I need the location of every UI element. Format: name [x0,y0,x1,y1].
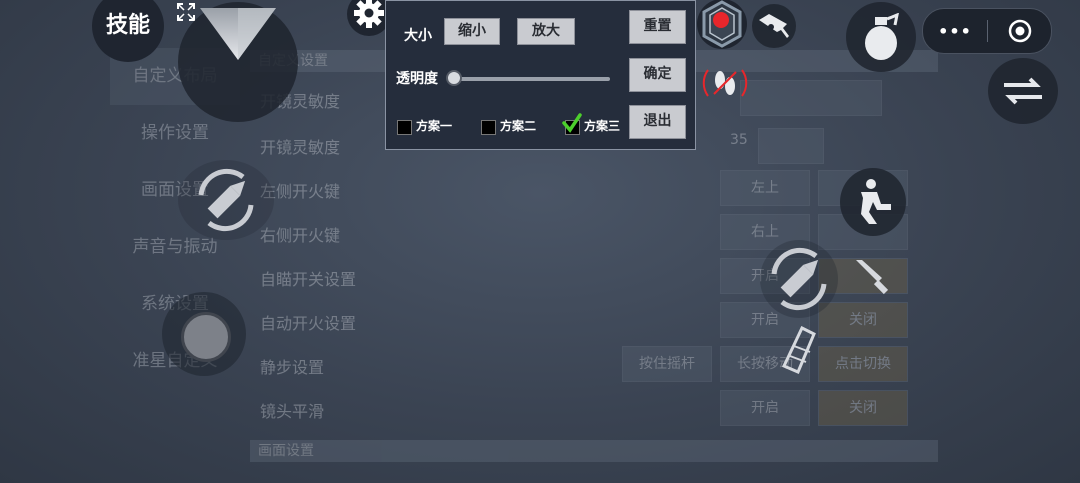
knife-icon[interactable] [852,256,892,296]
reload-magazine-icon[interactable] [776,325,820,378]
layout-adjust-panel: 大小 缩小 放大 重置 透明度 确定 方案一 方案二 方案三 退出 [385,0,696,150]
section-header-graphics: 画面设置 [250,440,938,462]
grenade-button[interactable] [846,2,916,72]
left-fire-option-1[interactable]: 左上 [720,170,810,206]
crouch-figure-icon [861,179,891,224]
right-fire-button[interactable] [760,240,838,318]
more-menu-button[interactable]: ••• [923,22,987,41]
size-label: 大小 [404,28,432,44]
bullet-fire-icon [771,247,827,311]
swap-arrows-icon [1004,77,1042,105]
sensitivity-value: 35 [730,132,748,148]
confirm-button[interactable]: 确定 [629,58,686,92]
opacity-slider-thumb[interactable] [446,70,462,86]
direction-arrow-icon [198,2,278,62]
smooth-camera-off[interactable]: 关闭 [818,390,908,426]
sensitivity-slider[interactable] [758,128,824,164]
enlarge-button[interactable]: 放大 [517,18,575,45]
row-label: 右侧开火键 [260,226,341,245]
opacity-slider-track[interactable] [452,77,610,81]
opacity-label: 透明度 [396,71,438,87]
row-label: 镜头平滑 [260,402,325,421]
close-target-button[interactable] [988,19,1051,43]
row-label: 开镜灵敏度 [260,138,341,157]
scheme-2-checkbox[interactable] [481,120,496,135]
scheme-1-label: 方案一 [416,119,453,133]
quiet-step-option-1[interactable]: 按住摇杆 [622,346,712,382]
scheme-3-label: 方案三 [584,119,621,133]
smooth-camera-on[interactable]: 开启 [720,390,810,426]
row-label: 自动开火设置 [260,314,357,333]
sensitivity-field[interactable] [740,80,882,116]
crouch-button[interactable] [840,168,906,236]
miniprogram-capsule: ••• [922,8,1052,54]
shrink-button[interactable]: 缩小 [444,18,500,45]
row-label: 静步设置 [260,358,325,377]
exit-button[interactable]: 退出 [629,105,686,139]
reset-button[interactable]: 重置 [629,10,686,44]
weapon-rifle-icon[interactable] [752,4,796,48]
switch-weapon-button[interactable] [988,58,1058,124]
footsteps-indicator-icon [700,60,750,106]
record-badge-icon[interactable] [694,0,750,52]
left-fire-button[interactable] [178,160,274,240]
quiet-step-option-3[interactable]: 点击切换 [818,346,908,382]
scheme-1-checkbox[interactable] [397,120,412,135]
movement-joystick-knob[interactable] [181,312,231,362]
bullet-fire-icon [198,168,254,232]
checkmark-icon [562,113,582,133]
expand-icon[interactable] [176,2,196,22]
target-icon [1008,19,1031,43]
scheme-2-label: 方案二 [500,119,537,133]
row-label: 自瞄开关设置 [260,270,357,289]
